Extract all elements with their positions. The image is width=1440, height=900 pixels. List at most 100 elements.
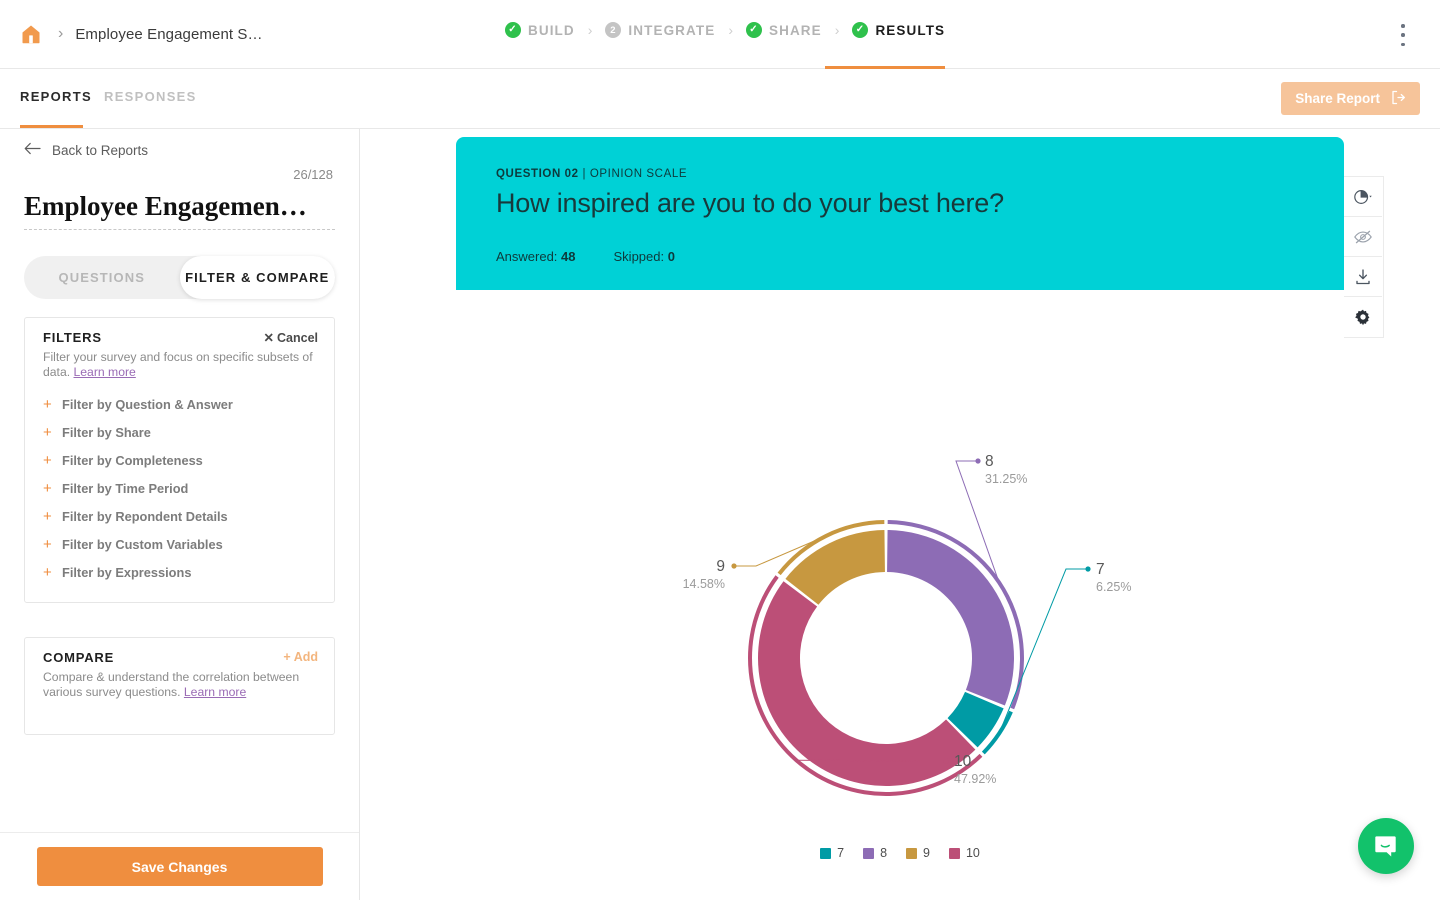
donut-label-8: 8	[985, 453, 994, 470]
wizard-steps: ✓ BUILD › 2 INTEGRATE › ✓ SHARE › ✓ RESU…	[505, 22, 945, 38]
step-integrate-label: INTEGRATE	[628, 22, 716, 38]
donut-label-10: 10	[954, 753, 972, 770]
save-changes-button[interactable]: Save Changes	[36, 847, 323, 886]
tab-active-underline	[20, 125, 83, 128]
step-results-label: RESULTS	[875, 22, 946, 38]
filter-by-question-answer[interactable]: + Filter by Question & Answer	[43, 390, 323, 418]
step-share[interactable]: ✓ SHARE	[746, 22, 822, 38]
toggle-filter-compare[interactable]: FILTER & COMPARE	[179, 256, 335, 299]
legend-label: 8	[880, 846, 888, 860]
more-vertical-icon[interactable]	[1393, 24, 1413, 46]
filter-by-custom-variables[interactable]: + Filter by Custom Variables	[43, 530, 323, 558]
filter-item-label: Filter by Completeness	[62, 452, 203, 468]
step-number-badge: 2	[605, 22, 622, 38]
filters-learn-more-link[interactable]: Learn more	[74, 365, 136, 379]
filters-cancel-label: Cancel	[277, 330, 318, 345]
donut-percent-9: 14.58%	[683, 577, 725, 591]
chevron-right-icon: ›	[834, 22, 840, 38]
skipped-value: 0	[667, 249, 675, 264]
step-build-label: BUILD	[528, 22, 575, 38]
filter-by-completeness[interactable]: + Filter by Completeness	[43, 446, 323, 474]
toggle-questions[interactable]: QUESTIONS	[24, 256, 180, 299]
tab-reports[interactable]: REPORTS	[20, 89, 92, 104]
step-integrate[interactable]: 2 INTEGRATE	[605, 22, 715, 38]
plus-icon: +	[43, 479, 52, 497]
legend-swatch	[948, 847, 960, 859]
question-card-body: 831.25%76.25%1047.92%914.58% 78910 ANSWE…	[456, 290, 1344, 900]
leader-dot-10	[943, 758, 949, 764]
compare-panel: COMPARE + Add Compare & understand the c…	[24, 637, 335, 735]
survey-title[interactable]: Employee Engagemen…	[24, 191, 334, 222]
filter-item-label: Filter by Repondent Details	[62, 508, 228, 524]
legend-item[interactable]: 10	[948, 846, 980, 860]
filter-item-label: Filter by Question & Answer	[62, 396, 233, 412]
filter-list: + Filter by Question & Answer + Filter by …	[43, 390, 323, 586]
back-to-reports-label: Back to Reports	[52, 142, 149, 158]
tabs-bar: REPORTS RESPONSES Share Report	[0, 69, 1440, 129]
plus-icon: +	[43, 507, 52, 525]
legend-item[interactable]: 7	[820, 846, 844, 860]
skipped-label: Skipped:	[613, 249, 665, 264]
chart-toolbar	[1344, 176, 1384, 338]
filter-by-share[interactable]: + Filter by Share	[43, 418, 323, 446]
chevron-right-icon: ›	[728, 22, 733, 38]
settings-icon[interactable]	[1344, 297, 1382, 337]
check-icon: ✓	[852, 22, 869, 38]
legend-swatch	[820, 847, 832, 859]
filters-cancel-button[interactable]: ✕ Cancel	[263, 330, 318, 346]
donut-percent-8: 31.25%	[985, 472, 1027, 486]
arrow-left-icon	[24, 142, 41, 158]
check-icon: ✓	[746, 22, 762, 38]
step-results[interactable]: ✓ RESULTS	[852, 22, 945, 38]
question-counter: 26/128	[293, 167, 333, 182]
share-report-button[interactable]: Share Report	[1281, 82, 1420, 115]
legend-label: 10	[965, 846, 980, 860]
home-icon[interactable]	[18, 21, 44, 47]
question-number: QUESTION 02	[496, 168, 579, 180]
donut-label-7: 7	[1096, 561, 1105, 578]
question-meta-separator: |	[578, 168, 590, 180]
step-build[interactable]: ✓ BUILD	[505, 22, 575, 38]
filters-heading: FILTERS	[43, 330, 102, 345]
plus-icon: +	[43, 535, 52, 553]
download-icon[interactable]	[1344, 257, 1382, 297]
plus-icon: +	[43, 423, 52, 441]
save-bar: Save Changes	[0, 832, 359, 900]
donut-segment-8[interactable]	[887, 530, 1014, 706]
close-icon: ✕	[263, 331, 274, 345]
donut-chart: 8 31.25% 7 6.25% 10 47.92% 9 14.58%	[456, 443, 1344, 883]
plus-icon: +	[43, 451, 52, 469]
question-type: OPINION SCALE	[589, 168, 688, 180]
plus-icon: +	[43, 395, 52, 413]
skipped-stat: Skipped: 0	[614, 249, 675, 264]
filters-description: Filter your survey and focus on specific…	[43, 350, 321, 380]
compare-add-button[interactable]: + Add	[283, 650, 318, 664]
chart-type-icon[interactable]	[1344, 177, 1382, 217]
compare-add-label: Add	[293, 650, 318, 664]
answered-label: Answered:	[496, 249, 558, 264]
back-to-reports-link[interactable]: Back to Reports	[24, 142, 148, 158]
compare-learn-more-link[interactable]: Learn more	[184, 685, 246, 699]
legend-label: 9	[923, 846, 930, 860]
chat-bubble-icon[interactable]	[1358, 818, 1414, 874]
step-share-label: SHARE	[769, 22, 822, 38]
donut-segment-9[interactable]	[785, 530, 885, 605]
hide-icon[interactable]	[1344, 217, 1382, 257]
legend-item[interactable]: 8	[863, 846, 887, 860]
filter-item-label: Filter by Share	[62, 424, 151, 440]
compare-description-text: Compare & understand the correlation bet…	[43, 670, 300, 699]
plus-icon: +	[283, 650, 291, 664]
filter-by-time-period[interactable]: + Filter by Time Period	[43, 474, 323, 502]
question-meta: QUESTION 02 | OPINION SCALE	[496, 168, 687, 180]
answered-value: 48	[561, 249, 576, 264]
export-icon	[1391, 90, 1406, 108]
leader-dot-8	[975, 458, 981, 464]
compare-description: Compare & understand the correlation bet…	[43, 670, 321, 700]
filter-by-expressions[interactable]: + Filter by Expressions	[43, 558, 323, 586]
breadcrumb-survey-name[interactable]: Employee Engagement S…	[75, 26, 262, 43]
tab-responses[interactable]: RESPONSES	[104, 89, 197, 104]
filter-by-respondent-details[interactable]: + Filter by Repondent Details	[43, 502, 323, 530]
question-card: QUESTION 02 | OPINION SCALE How inspired…	[456, 137, 1344, 900]
filter-item-label: Filter by Expressions	[62, 564, 192, 580]
legend-item[interactable]: 9	[906, 846, 930, 860]
